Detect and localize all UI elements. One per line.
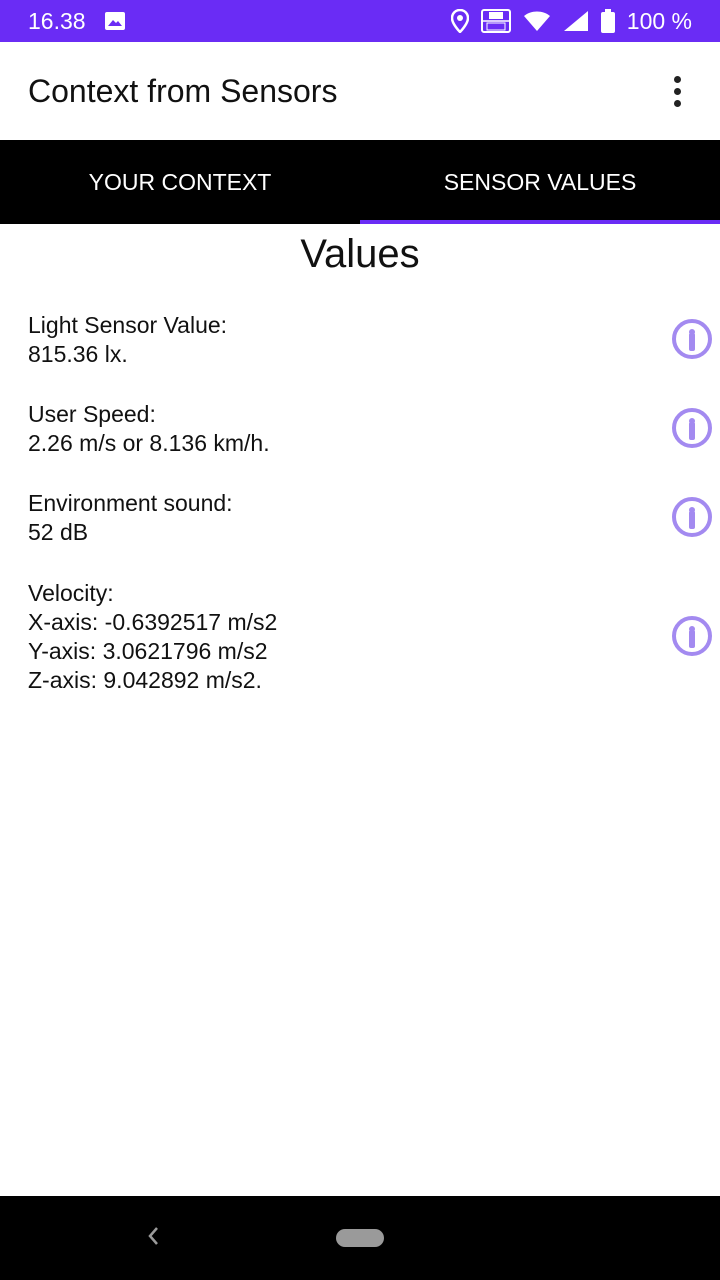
- tab-bar: YOUR CONTEXT SENSOR VALUES: [0, 140, 720, 224]
- tab-label: YOUR CONTEXT: [88, 168, 272, 195]
- environment-sound-label: Environment sound:: [28, 490, 233, 516]
- user-speed-row: User Speed: 2.26 m/s or 8.136 km/h.: [28, 400, 720, 458]
- image-icon: [104, 11, 126, 31]
- light-sensor-text: Light Sensor Value: 815.36 lx.: [28, 311, 628, 369]
- environment-sound-value: 52 dB: [28, 519, 89, 545]
- velocity-y: Y-axis: 3.0621796 m/s2: [28, 638, 268, 664]
- info-icon[interactable]: [672, 408, 712, 448]
- overflow-menu-icon[interactable]: [662, 71, 692, 111]
- info-icon[interactable]: [672, 497, 712, 537]
- environment-sound-text: Environment sound: 52 dB: [28, 489, 628, 547]
- battery-icon: [600, 9, 615, 33]
- status-left: 16.38: [28, 8, 126, 35]
- velocity-label: Velocity:: [28, 580, 114, 606]
- tab-label: SENSOR VALUES: [443, 168, 637, 195]
- environment-sound-row: Environment sound: 52 dB: [28, 489, 720, 547]
- status-time: 16.38: [28, 7, 86, 34]
- light-sensor-value: 815.36 lx.: [28, 341, 128, 367]
- status-right: 100 %: [450, 7, 692, 35]
- status-bar: 16.38 100 %: [0, 0, 720, 42]
- tab-sensor-values[interactable]: SENSOR VALUES: [360, 140, 720, 224]
- app-title: Context from Sensors: [28, 72, 338, 109]
- velocity-z: Z-axis: 9.042892 m/s2.: [28, 667, 262, 693]
- sensor-values-content: Values Light Sensor Value: 815.36 lx. Us…: [0, 224, 720, 1196]
- volte-icon: [480, 9, 511, 33]
- location-icon: [450, 9, 469, 33]
- velocity-row: Velocity: X-axis: -0.6392517 m/s2 Y-axis…: [28, 579, 720, 695]
- velocity-x: X-axis: -0.6392517 m/s2: [28, 609, 278, 635]
- back-icon[interactable]: [146, 1222, 160, 1256]
- wifi-icon: [523, 10, 551, 32]
- user-speed-text: User Speed: 2.26 m/s or 8.136 km/h.: [28, 400, 628, 458]
- tab-your-context[interactable]: YOUR CONTEXT: [0, 140, 360, 224]
- user-speed-label: User Speed:: [28, 401, 156, 427]
- battery-percent: 100 %: [626, 7, 692, 34]
- info-icon[interactable]: [672, 319, 712, 359]
- signal-icon: [563, 10, 589, 32]
- app-bar: Context from Sensors: [0, 42, 720, 140]
- velocity-text: Velocity: X-axis: -0.6392517 m/s2 Y-axis…: [28, 579, 628, 695]
- light-sensor-row: Light Sensor Value: 815.36 lx.: [28, 311, 720, 369]
- navigation-bar: [0, 1196, 720, 1280]
- light-sensor-label: Light Sensor Value:: [28, 312, 228, 338]
- user-speed-value: 2.26 m/s or 8.136 km/h.: [28, 430, 270, 456]
- info-icon[interactable]: [672, 616, 712, 656]
- home-icon[interactable]: [336, 1229, 384, 1247]
- section-title: Values: [300, 232, 420, 276]
